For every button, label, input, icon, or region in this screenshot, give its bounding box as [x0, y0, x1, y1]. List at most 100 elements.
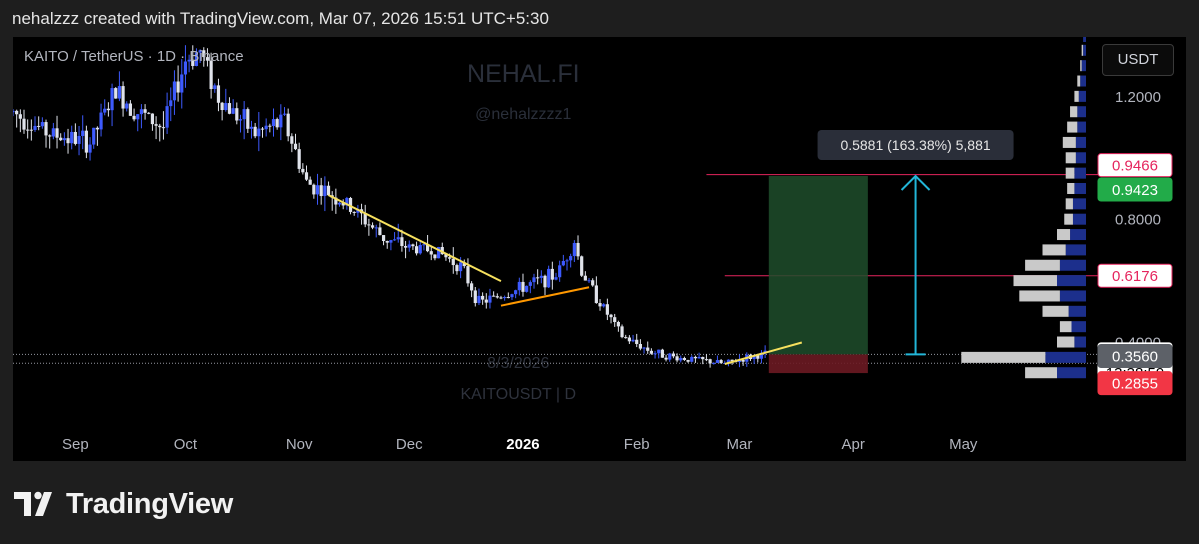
- candle-body: [671, 353, 676, 357]
- x-tick-label-3: Dec: [396, 436, 423, 453]
- candle-body: [132, 115, 136, 120]
- candle-body: [286, 113, 290, 137]
- tradingview-logo-icon: [14, 491, 52, 516]
- volume-profile-buy-21: [1045, 351, 1086, 363]
- candle-body: [697, 356, 701, 359]
- currency-selector[interactable]: USDT: [1102, 44, 1174, 76]
- candle-body: [352, 211, 356, 213]
- candle-body: [495, 296, 499, 298]
- y-tick-label-0: 1.2000: [1115, 89, 1161, 106]
- candle-body: [293, 143, 298, 150]
- volume-profile-buy-16: [1057, 275, 1086, 287]
- candle-body: [668, 353, 672, 360]
- candle-body: [154, 124, 158, 126]
- volume-profile-buy-15: [1059, 259, 1086, 271]
- candle-body: [99, 112, 103, 130]
- candle-body: [488, 295, 492, 303]
- candle-body: [231, 108, 235, 114]
- volume-profile-sell-18: [1042, 305, 1069, 317]
- candle-body: [492, 295, 496, 297]
- candle-body: [48, 135, 52, 137]
- volume-profile-sell-19: [1059, 321, 1072, 333]
- candle-body: [543, 275, 547, 288]
- watermark-symbol: KAITOUSDT | D: [461, 386, 577, 403]
- volume-profile-buy-7: [1075, 136, 1086, 148]
- volume-profile-sell-22: [1025, 367, 1057, 379]
- volume-profile-sell-7: [1062, 136, 1076, 148]
- candle-body: [92, 127, 96, 145]
- candle-body: [26, 129, 30, 131]
- position-profit-zone: [768, 176, 868, 355]
- candle-body: [704, 359, 709, 361]
- candle-body: [616, 322, 620, 327]
- candle-body: [642, 347, 646, 349]
- price-tag-2: 0.6176: [1097, 263, 1173, 288]
- candle-body: [675, 356, 679, 361]
- volume-profile-sell-21: [961, 351, 1046, 363]
- candle-body: [29, 129, 33, 131]
- price-chart[interactable]: NEHAL.FI@nehalzzzz18/3/2026KAITOUSDT | D…: [13, 37, 1186, 461]
- candle-body: [627, 337, 631, 342]
- candle-body: [466, 266, 470, 284]
- volume-profile-buy-20: [1074, 336, 1086, 348]
- volume-profile-sell-15: [1025, 259, 1060, 271]
- candle-body: [136, 114, 140, 120]
- candle-body: [602, 304, 606, 307]
- volume-profile-sell-2: [1080, 60, 1082, 72]
- candle-body: [220, 102, 224, 111]
- candle-body: [392, 239, 397, 241]
- volume-profile-sell-8: [1065, 152, 1076, 164]
- volume-profile-buy-18: [1068, 305, 1086, 317]
- candle-body: [33, 125, 37, 130]
- volume-profile-buy-11: [1072, 198, 1086, 210]
- candle-body: [84, 130, 88, 153]
- volume-profile-sell-12: [1064, 213, 1073, 225]
- candle-body: [143, 109, 147, 113]
- candle-body: [70, 131, 74, 144]
- candle-body: [13, 110, 15, 113]
- candle-body: [679, 358, 683, 361]
- candle-body: [484, 299, 488, 303]
- candle-body: [176, 81, 180, 93]
- candle-body: [433, 254, 437, 259]
- candle-body: [253, 126, 257, 137]
- candle-body: [503, 297, 507, 299]
- candle-body: [583, 275, 587, 281]
- candle-body: [264, 125, 268, 130]
- candle-body: [598, 303, 602, 307]
- chart-panel[interactable]: NEHAL.FI @nehalzzzz1 8/3/2026 KAITOUSDT | D…: [13, 37, 1186, 461]
- candle-body: [73, 131, 77, 144]
- price-tag-label: 0.6176: [1112, 268, 1158, 285]
- candle-body: [59, 137, 63, 141]
- candle-body: [308, 179, 312, 185]
- candle-body: [646, 347, 650, 351]
- candle-body: [150, 113, 155, 125]
- volume-profile-buy-19: [1071, 321, 1086, 333]
- brand-footer[interactable]: TradingView: [14, 486, 233, 522]
- symbol-title[interactable]: KAITO / TetherUS · 1D · Binance: [24, 48, 244, 65]
- candle-body: [418, 244, 422, 254]
- candle-body: [547, 268, 551, 288]
- candle-body: [103, 108, 107, 113]
- candle-body: [370, 225, 375, 228]
- candle-body: [374, 227, 378, 229]
- candle-body: [301, 168, 305, 173]
- price-tag-label: 0.9466: [1112, 158, 1158, 175]
- trendline-0: [328, 194, 502, 283]
- candle-body: [558, 265, 562, 278]
- candle-body: [605, 304, 609, 315]
- candle-body: [117, 86, 121, 99]
- candle-body: [242, 109, 246, 120]
- candle-body: [660, 349, 665, 358]
- volume-profile-sell-14: [1042, 244, 1066, 256]
- volume-profile-buy-12: [1072, 213, 1086, 225]
- candle-body: [620, 326, 624, 338]
- volume-profile-buy-17: [1059, 290, 1086, 302]
- candle-body: [323, 185, 327, 197]
- candle-body: [525, 285, 529, 292]
- candle-body: [631, 339, 635, 342]
- candle-body: [521, 281, 525, 292]
- candle-body: [664, 357, 668, 360]
- candle-body: [128, 103, 133, 116]
- volume-profile-sell-4: [1074, 90, 1079, 102]
